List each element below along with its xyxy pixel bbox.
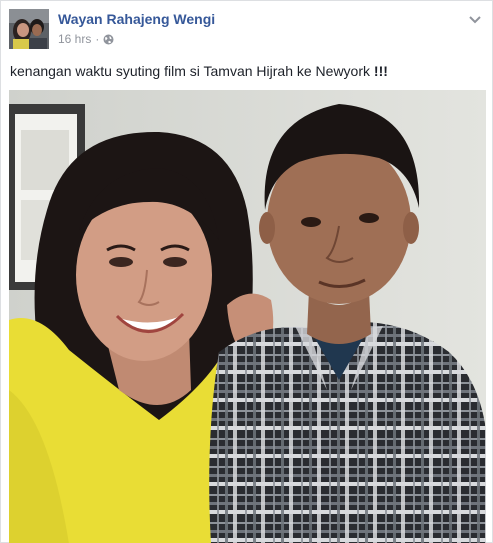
meta-separator: · bbox=[95, 32, 100, 46]
photo-illustration bbox=[9, 90, 486, 543]
avatar-photo bbox=[9, 9, 49, 49]
author-name-link[interactable]: Wayan Rahajeng Wengi bbox=[58, 11, 215, 27]
post-photo[interactable] bbox=[9, 90, 486, 543]
caption-text: kenangan waktu syuting film si Tamvan Hi… bbox=[10, 63, 374, 79]
post-caption: kenangan waktu syuting film si Tamvan Hi… bbox=[10, 63, 388, 79]
feed-post: Wayan Rahajeng Wengi 16 hrs · kenangan w… bbox=[0, 0, 493, 543]
author-avatar[interactable] bbox=[9, 9, 49, 49]
post-timestamp[interactable]: 16 hrs bbox=[58, 32, 91, 46]
caption-emphasis: !!! bbox=[373, 63, 388, 79]
globe-icon[interactable] bbox=[103, 34, 114, 45]
chevron-down-icon[interactable] bbox=[468, 12, 482, 24]
post-meta: 16 hrs · bbox=[58, 32, 114, 46]
